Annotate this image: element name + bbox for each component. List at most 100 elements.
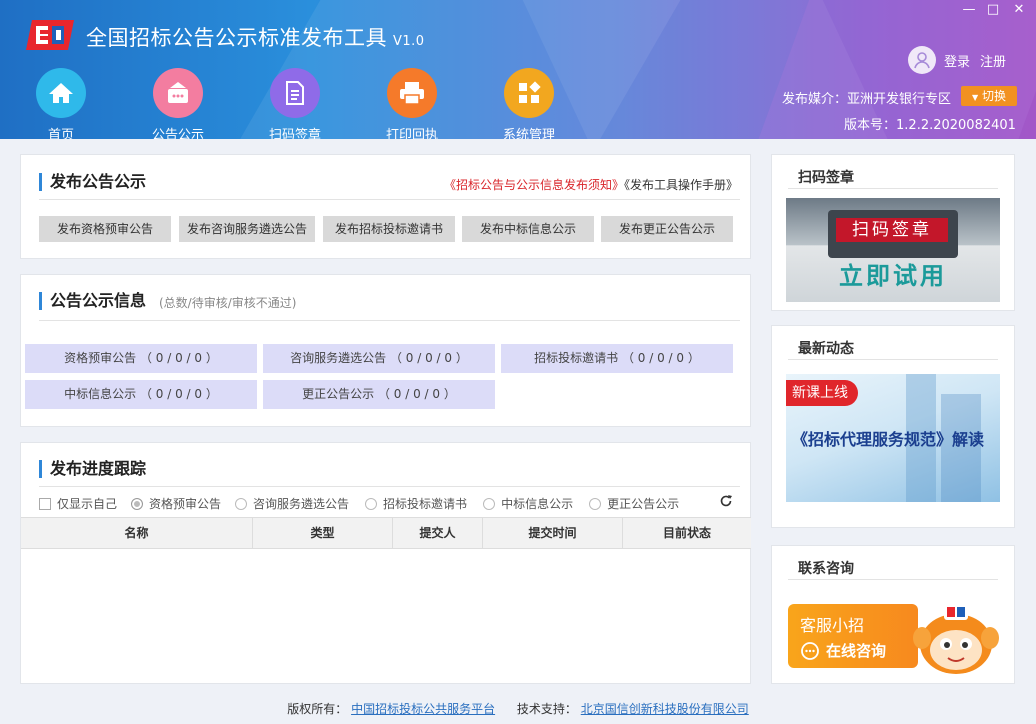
nav-scan-sign[interactable]: 扫码签章	[250, 68, 340, 139]
nav-label: 扫码签章	[268, 128, 321, 139]
app-version: V1.0	[393, 34, 425, 49]
version-value: 1.2.2.2020082401	[896, 118, 1016, 133]
online-consult-label: 在线咨询	[826, 642, 887, 660]
nav-home[interactable]: 首页	[16, 68, 106, 139]
publish-prequal-button[interactable]: 发布资格预审公告	[39, 216, 171, 242]
version-label: 版本号：	[844, 118, 897, 133]
apps-icon	[504, 68, 554, 118]
divider	[788, 579, 998, 580]
register-link[interactable]: 注册	[980, 51, 1006, 70]
app-header: 全国招标公告公示标准发布工具 V1.0 — □ ✕ 首页 公告公示 扫码签章 打印…	[0, 0, 1036, 139]
notice-link[interactable]: 《招标公告与公示信息发布须知》	[444, 178, 624, 192]
nav-label: 首页	[47, 128, 74, 139]
stat-invitation[interactable]: 招标投标邀请书 （ 0 / 0 / 0 ）	[501, 344, 733, 373]
publish-award-button[interactable]: 发布中标信息公示	[462, 216, 594, 242]
minimize-button[interactable]: —	[960, 2, 978, 17]
side-title: 最新动态	[798, 341, 854, 357]
contact-panel: 联系咨询 客服小招 在线咨询	[771, 545, 1015, 684]
refresh-icon[interactable]	[719, 494, 733, 508]
news-badge: 新课上线	[786, 380, 858, 406]
media-info: 发布媒介：亚洲开发银行专区	[782, 88, 951, 107]
news-banner[interactable]: 新课上线 《招标代理服务规范》解读	[786, 374, 1000, 502]
publish-consult-button[interactable]: 发布咨询服务遴选公告	[179, 216, 315, 242]
panel-title: 公告公示信息	[39, 292, 146, 310]
support-link[interactable]: 北京国信创新科技股份有限公司	[581, 702, 749, 716]
filter-radio[interactable]	[131, 497, 144, 510]
filter-label: 招标投标邀请书	[383, 497, 468, 511]
nav-system-admin[interactable]: 系统管理	[484, 68, 574, 139]
stat-consult[interactable]: 咨询服务遴选公告 （ 0 / 0 / 0 ）	[263, 344, 495, 373]
home-icon	[36, 68, 86, 118]
column-header[interactable]: 名称	[21, 518, 253, 548]
copyright-link[interactable]: 中国招标投标公共服务平台	[351, 702, 495, 716]
app-title-text: 全国招标公告公示标准发布工具	[86, 26, 387, 50]
news-headline: 《招标代理服务规范》解读	[792, 430, 985, 449]
user-area: 登录 注册	[908, 46, 1006, 74]
mascot-icon	[913, 604, 999, 674]
column-header[interactable]: 类型	[253, 518, 393, 548]
news-panel: 最新动态 新课上线 《招标代理服务规范》解读	[771, 325, 1015, 528]
banner-bottom-text: 立即试用	[839, 262, 947, 290]
panel-title: 发布公告公示	[39, 173, 146, 191]
nav-label: 系统管理	[502, 128, 555, 139]
nav-bulletin[interactable]: 公告公示	[133, 68, 223, 139]
column-header[interactable]: 提交时间	[483, 518, 623, 548]
filter-label: 咨询服务遴选公告	[253, 497, 350, 511]
manual-link[interactable]: 《发布工具操作手册》	[624, 178, 738, 192]
divider	[788, 188, 998, 189]
only-self-label: 仅显示自己	[57, 497, 118, 511]
nav-label: 打印回执	[385, 128, 438, 139]
user-avatar-icon[interactable]	[908, 46, 936, 74]
publish-panel: 发布公告公示 《招标公告与公示信息发布须知》《发布工具操作手册》 发布资格预审公…	[20, 154, 751, 259]
table-header: 名称 类型 提交人 提交时间 目前状态	[21, 517, 751, 549]
app-logo-icon	[26, 20, 74, 50]
online-consult: 在线咨询	[800, 640, 886, 661]
filter-radio[interactable]	[365, 497, 378, 510]
panel-title: 发布进度跟踪	[39, 460, 146, 478]
printer-icon	[387, 68, 437, 118]
filter-label: 资格预审公告	[149, 497, 222, 511]
service-name: 客服小招	[800, 616, 865, 635]
close-button[interactable]: ✕	[1010, 2, 1028, 17]
document-icon	[270, 68, 320, 118]
caret-down-icon: ▼	[972, 93, 979, 102]
support-label: 技术支持：	[516, 702, 577, 716]
nav-label: 公告公示	[151, 128, 204, 139]
version-info: 版本号：1.2.2.2020082401	[844, 114, 1016, 133]
stat-correction[interactable]: 更正公告公示 （ 0 / 0 / 0 ）	[263, 380, 495, 409]
filter-radio[interactable]	[235, 497, 248, 510]
scan-sign-banner[interactable]: 扫码签章 立即试用	[786, 198, 1000, 302]
switch-media-button[interactable]: ▼ 切换	[961, 86, 1017, 106]
app-title: 全国招标公告公示标准发布工具 V1.0	[86, 22, 425, 52]
side-title: 联系咨询	[798, 561, 854, 577]
guide-links: 《招标公告与公示信息发布须知》《发布工具操作手册》	[444, 176, 738, 193]
media-label: 发布媒介：	[782, 92, 848, 107]
copyright-label: 版权所有：	[287, 702, 348, 716]
filter-radio[interactable]	[483, 497, 496, 510]
stat-award[interactable]: 中标信息公示 （ 0 / 0 / 0 ）	[25, 380, 257, 409]
nav-print-receipt[interactable]: 打印回执	[367, 68, 457, 139]
login-link[interactable]: 登录	[944, 51, 970, 70]
maximize-button[interactable]: □	[984, 2, 1002, 17]
stat-prequal[interactable]: 资格预审公告 （ 0 / 0 / 0 ）	[25, 344, 257, 373]
divider	[39, 486, 740, 487]
publish-correction-button[interactable]: 发布更正公告公示	[601, 216, 733, 242]
column-header[interactable]: 提交人	[393, 518, 483, 548]
info-panel: 公告公示信息 (总数/待审核/审核不通过) 资格预审公告 （ 0 / 0 / 0…	[20, 274, 751, 427]
divider	[788, 359, 998, 360]
customer-service-button[interactable]: 客服小招 在线咨询	[788, 604, 918, 668]
progress-panel: 发布进度跟踪 仅显示自己 资格预审公告 咨询服务遴选公告 招标投标邀请书 中标信…	[20, 442, 751, 684]
media-value: 亚洲开发银行专区	[847, 92, 952, 107]
filter-label: 中标信息公示	[501, 497, 574, 511]
scan-sign-panel: 扫码签章 扫码签章 立即试用	[771, 154, 1015, 311]
publish-invitation-button[interactable]: 发布招标投标邀请书	[323, 216, 455, 242]
filter-radio[interactable]	[589, 497, 602, 510]
switch-label: 切换	[981, 89, 1006, 103]
chat-bubble-icon	[801, 641, 819, 660]
filter-row: 仅显示自己 资格预审公告 咨询服务遴选公告 招标投标邀请书 中标信息公示 更正公…	[39, 495, 679, 512]
footer: 版权所有： 中国招标投标公共服务平台 技术支持： 北京国信创新科技股份有限公司	[0, 700, 1036, 717]
column-header[interactable]: 目前状态	[623, 518, 751, 548]
divider	[39, 199, 740, 200]
only-self-checkbox[interactable]	[39, 497, 51, 510]
banner-top-text: 扫码签章	[836, 218, 948, 242]
